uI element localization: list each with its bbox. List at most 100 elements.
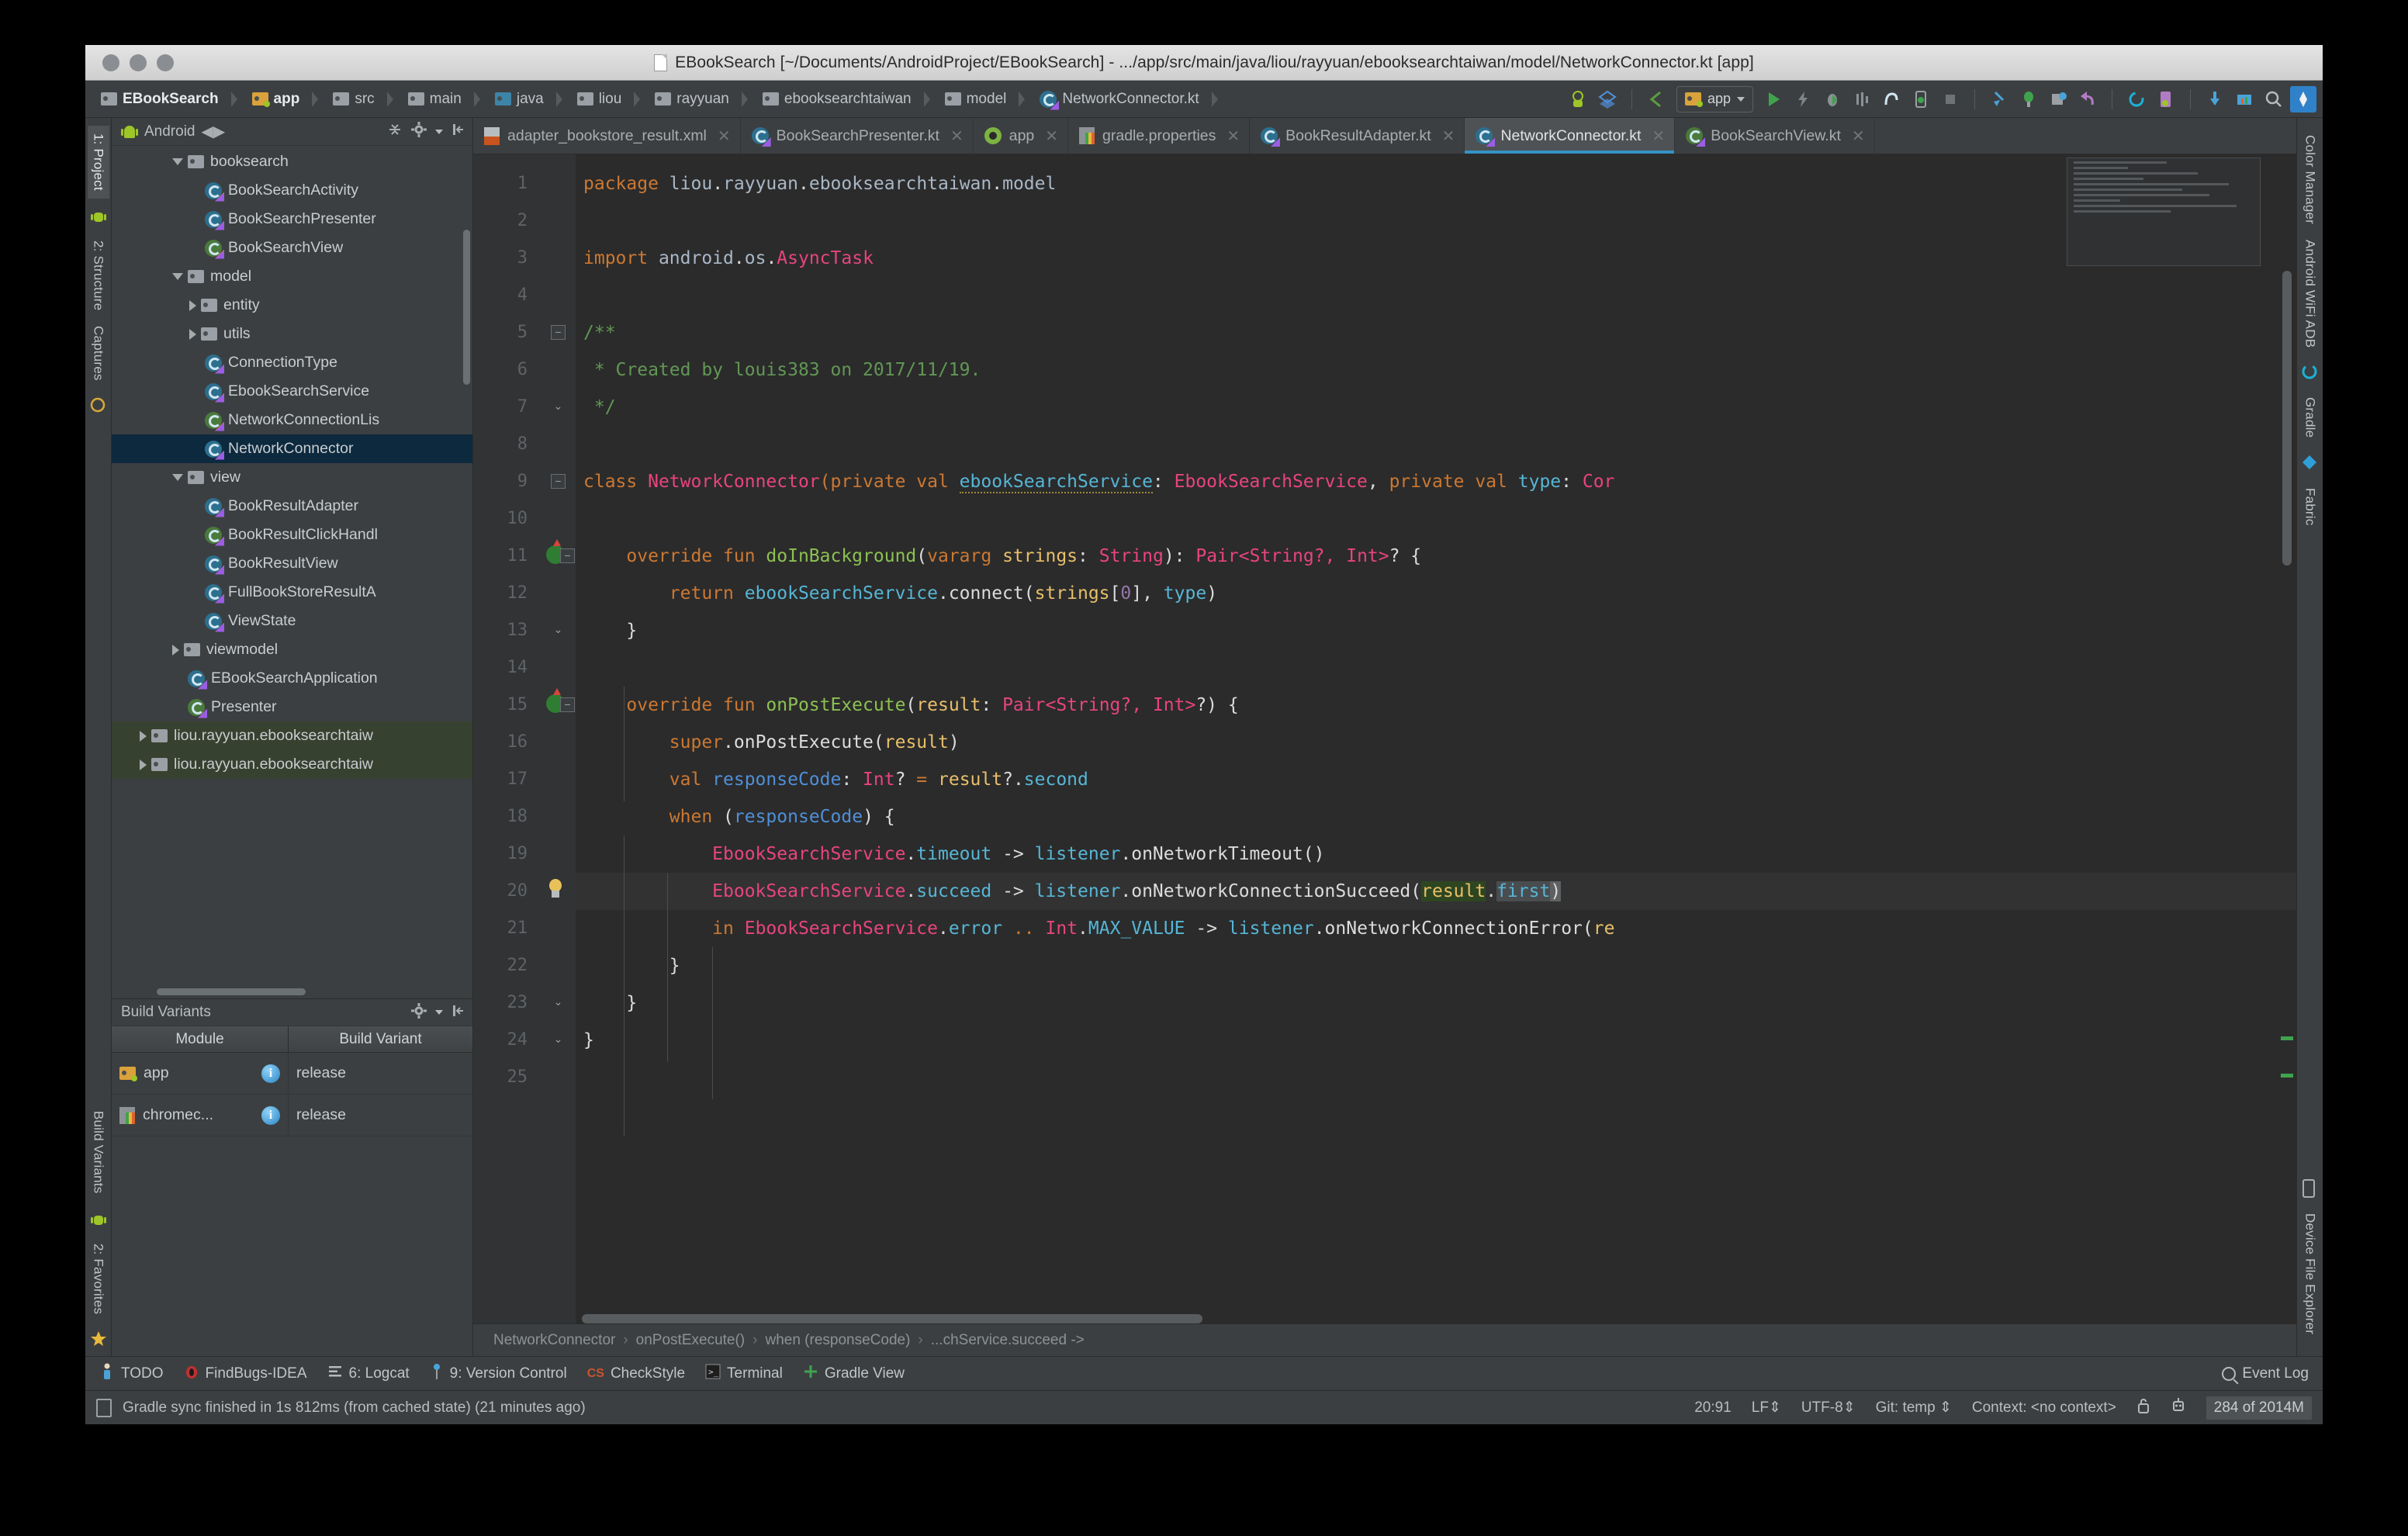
project-structure-icon[interactable] (2231, 86, 2258, 112)
tree-row[interactable]: viewmodel (112, 635, 472, 664)
tree-row[interactable]: BookResultView (112, 549, 472, 578)
chevron-down-icon[interactable] (172, 474, 183, 481)
robot-icon[interactable] (2171, 1397, 2186, 1419)
chevron-right-icon[interactable] (140, 759, 147, 770)
code-line-6[interactable]: * Created by louis383 on 2017/11/19. (576, 351, 2296, 389)
fold-end-icon[interactable]: ⌄ (551, 623, 566, 638)
tree-row[interactable]: model (112, 262, 472, 291)
tree-row-library[interactable]: liou.rayyuan.ebooksearchtaiw (112, 750, 472, 779)
module-cell[interactable]: app i (112, 1053, 289, 1094)
close-icon[interactable]: ✕ (1442, 126, 1455, 146)
apply-changes-icon[interactable] (1790, 86, 1816, 112)
code-line-4[interactable] (576, 277, 2296, 314)
editor-horizontal-scrollbar[interactable] (582, 1314, 1202, 1323)
code-line-8[interactable] (576, 426, 2296, 463)
close-icon[interactable]: ✕ (1852, 126, 1865, 146)
hide-panel-icon[interactable] (451, 122, 466, 141)
code-line-9[interactable]: class NetworkConnector(private val ebook… (576, 463, 2296, 500)
file-encoding[interactable]: UTF-8⇕ (1801, 1399, 1856, 1417)
sidebar-item-device-file-explorer[interactable]: Device File Explorer (2299, 1206, 2321, 1342)
tree-row[interactable]: NetworkConnectionLis (112, 406, 472, 434)
tree-row[interactable]: ConnectionType (112, 348, 472, 377)
avd-icon[interactable] (2153, 86, 2179, 112)
tree-row[interactable]: BookResultAdapter (112, 492, 472, 521)
code-line-13[interactable]: } (576, 612, 2296, 649)
close-icon[interactable]: ✕ (1045, 126, 1058, 146)
sidebar-item-fabric[interactable]: Fabric (2299, 480, 2321, 533)
hide-panel-icon[interactable] (451, 1003, 466, 1022)
tree-row[interactable]: EbookSearchService (112, 377, 472, 406)
tool-window-todo[interactable]: TODO (99, 1363, 164, 1385)
step-over-icon[interactable] (2015, 86, 2042, 112)
code-line-16[interactable]: super.onPostExecute(result) (576, 724, 2296, 761)
breadcrumb-item-ebooksearchtaiwan[interactable]: ebooksearchtaiwan (756, 86, 939, 112)
tool-window-terminal[interactable]: >_ Terminal (705, 1364, 783, 1384)
collapse-all-icon[interactable] (387, 122, 403, 141)
breadcrumb-method[interactable]: onPostExecute() (636, 1332, 745, 1349)
variant-cell[interactable]: release (289, 1095, 472, 1136)
module-cell[interactable]: chromec... i (112, 1095, 289, 1136)
tree-row[interactable]: ViewState (112, 607, 472, 635)
stop-icon[interactable] (1937, 86, 1963, 112)
sidebar-item-favorites[interactable]: 2: Favorites (88, 1236, 109, 1322)
tab-adapter-bookstore-result-xml[interactable]: adapter_bookstore_result.xml ✕ (473, 118, 741, 154)
vector-asset-icon[interactable] (2290, 86, 2316, 112)
view-selector-arrows-icon[interactable]: ◀▶ (202, 122, 226, 141)
column-header-build-variant[interactable]: Build Variant (289, 1026, 472, 1052)
tree-row[interactable]: FullBookStoreResultA (112, 578, 472, 607)
info-icon[interactable]: i (261, 1064, 280, 1083)
chevron-down-icon[interactable] (172, 158, 183, 165)
breadcrumb-item-app[interactable]: app (246, 86, 327, 112)
code-line-12[interactable]: return ebookSearchService.connect(string… (576, 575, 2296, 612)
tree-row-selected[interactable]: NetworkConnector (112, 434, 472, 463)
code-line-14[interactable] (576, 649, 2296, 687)
chevron-right-icon[interactable] (189, 300, 196, 311)
attach-debugger-icon[interactable] (1878, 86, 1905, 112)
code-line-17[interactable]: val responseCode: Int? = result?.second (576, 761, 2296, 798)
tab-app[interactable]: app ✕ (974, 118, 1068, 154)
code-line-23[interactable]: } (576, 984, 2296, 1022)
breadcrumb-item-src[interactable]: src (327, 86, 401, 112)
tool-window-version-control[interactable]: 9: Version Control (430, 1363, 567, 1385)
code-line-22[interactable]: } (576, 947, 2296, 984)
code-line-24[interactable]: } (576, 1022, 2296, 1059)
caret-position[interactable]: 20:91 (1694, 1399, 1732, 1417)
editor-minimap[interactable] (2067, 157, 2261, 266)
step-into-icon[interactable] (1986, 86, 2012, 112)
breadcrumb-item-liou[interactable]: liou (571, 86, 649, 112)
memory-indicator-icon[interactable] (96, 1399, 112, 1417)
gear-icon[interactable] (410, 121, 427, 142)
code-line-15[interactable]: override fun onPostExecute(result: Pair<… (576, 687, 2296, 724)
fold-collapse-icon[interactable]: − (551, 474, 566, 489)
tool-window-findbugs[interactable]: FindBugs-IDEA (184, 1364, 307, 1384)
code-line-3[interactable]: import android.os.AsyncTask (576, 240, 2296, 277)
code-line-25[interactable] (576, 1059, 2296, 1096)
code-line-21[interactable]: in EbookSearchService.error .. Int.MAX_V… (576, 910, 2296, 947)
tab-bookresultadapter-kt[interactable]: BookResultAdapter.kt ✕ (1250, 118, 1465, 154)
close-icon[interactable]: ✕ (718, 126, 731, 146)
close-icon[interactable]: ✕ (1652, 126, 1665, 146)
tree-vertical-scrollbar[interactable] (463, 230, 470, 385)
info-icon[interactable]: i (261, 1106, 280, 1125)
fold-collapse-icon[interactable]: − (560, 697, 575, 712)
breadcrumb-branch[interactable]: ...chService.succeed -> (931, 1332, 1085, 1349)
tree-row[interactable]: BookSearchView (112, 234, 472, 262)
variant-cell[interactable]: release (289, 1053, 472, 1094)
tool-window-checkstyle[interactable]: CS CheckStyle (587, 1365, 685, 1382)
sdk-manager-icon[interactable] (1594, 86, 1621, 112)
breadcrumb-class[interactable]: NetworkConnector (493, 1332, 615, 1349)
code-viewport[interactable]: package liou.rayyuan.ebooksearchtaiwan.m… (576, 154, 2296, 1323)
tab-booksearchview-kt[interactable]: BookSearchView.kt ✕ (1675, 118, 1874, 154)
close-icon[interactable]: ✕ (1226, 126, 1240, 146)
line-separator[interactable]: LF⇕ (1752, 1399, 1781, 1417)
memory-usage[interactable]: 284 of 2014M (2206, 1396, 2312, 1420)
breadcrumb-item-project[interactable]: EBookSearch (95, 86, 246, 112)
tool-window-logcat[interactable]: 6: Logcat (327, 1365, 410, 1383)
chevron-right-icon[interactable] (189, 329, 196, 340)
tree-row-library[interactable]: liou.rayyuan.ebooksearchtaiw (112, 721, 472, 750)
tab-networkconnector-kt[interactable]: NetworkConnector.kt ✕ (1465, 118, 1675, 154)
intention-bulb-icon[interactable] (546, 879, 565, 899)
chevron-right-icon[interactable] (140, 731, 147, 742)
breadcrumb-item-file[interactable]: NetworkConnector.kt (1033, 86, 1226, 112)
breadcrumb-when[interactable]: when (responseCode) (765, 1332, 910, 1349)
